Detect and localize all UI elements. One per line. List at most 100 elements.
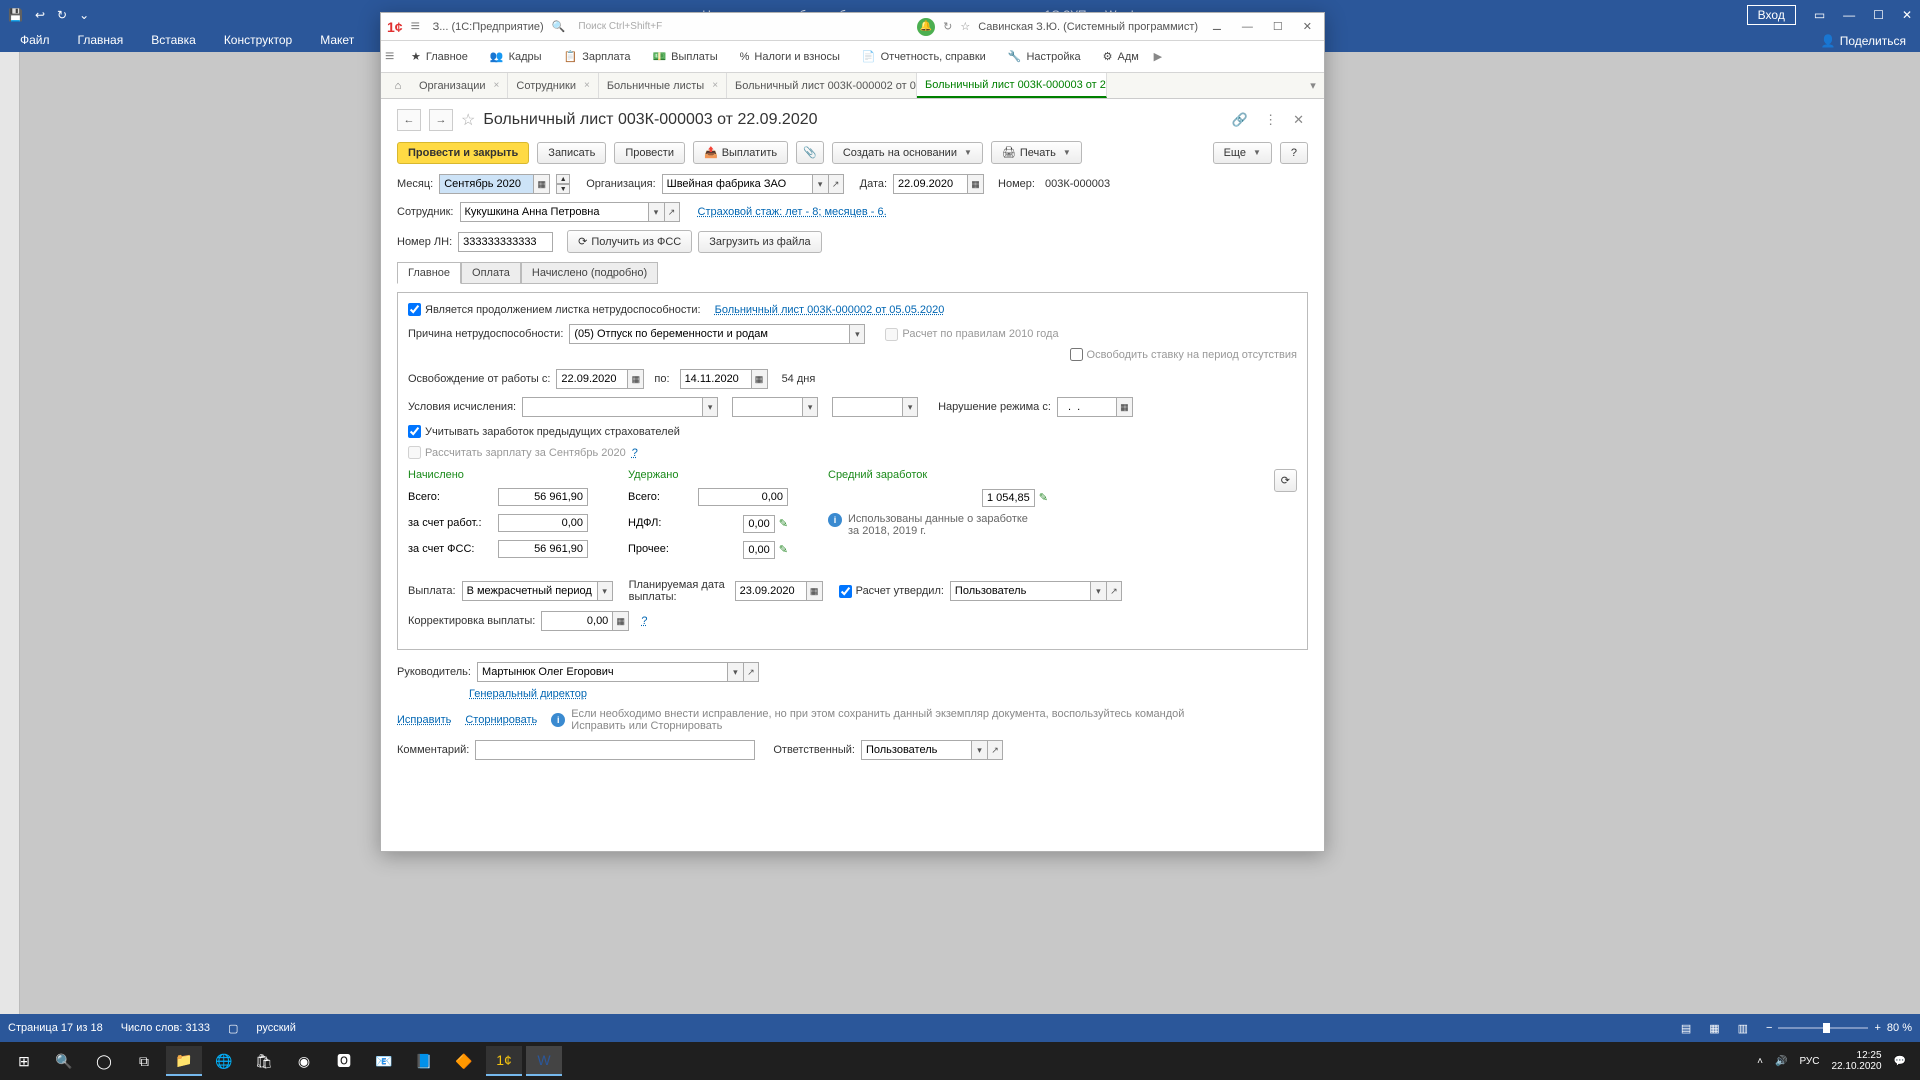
post-close-button[interactable]: Провести и закрыть — [397, 142, 529, 164]
plan-date-input[interactable] — [735, 581, 807, 601]
calendar-icon[interactable]: ▦ — [807, 581, 823, 601]
korr-input[interactable] — [541, 611, 613, 631]
c1-close-icon[interactable]: ✕ — [1297, 18, 1318, 35]
c1-maximize-icon[interactable]: ☐ — [1267, 18, 1289, 35]
minimize-icon[interactable]: — — [1843, 8, 1855, 22]
resp-input[interactable] — [861, 740, 971, 760]
zoom-in-icon[interactable]: + — [1874, 1022, 1880, 1034]
undo-icon[interactable]: ↩ — [35, 8, 45, 22]
zoom-value[interactable]: 80 % — [1887, 1022, 1912, 1034]
app-icon[interactable]: 📘 — [406, 1046, 442, 1076]
tab-home[interactable]: Главная — [64, 30, 138, 52]
outlook-icon[interactable]: 📧 — [366, 1046, 402, 1076]
ribbon-options-icon[interactable]: ▭ — [1814, 8, 1825, 22]
c1-tab-0[interactable]: Организации× — [411, 73, 508, 98]
tray-chevron-icon[interactable]: ˄ — [1757, 1056, 1763, 1067]
usl-input-3[interactable] — [832, 397, 902, 417]
redo-icon[interactable]: ↻ — [57, 8, 67, 22]
calendar-icon[interactable]: ▦ — [752, 369, 768, 389]
tab-close-icon[interactable]: × — [494, 80, 500, 91]
dropdown-icon[interactable]: ▾ — [902, 397, 918, 417]
korr-help[interactable]: ? — [641, 615, 647, 627]
taskview-icon[interactable]: ⧉ — [126, 1046, 162, 1076]
open-ref-icon[interactable]: ↗ — [987, 740, 1003, 760]
dropdown-icon[interactable]: ▾ — [812, 174, 828, 194]
prev-insurers-check[interactable]: Учитывать заработок предыдущих страховат… — [408, 425, 680, 438]
dropdown-icon[interactable]: ▾ — [727, 662, 743, 682]
view-read-icon[interactable]: ▤ — [1681, 1022, 1691, 1035]
spin-up[interactable]: ▲ — [556, 174, 570, 184]
itab-pay[interactable]: Оплата — [461, 262, 521, 284]
app-icon-2[interactable]: 🔶 — [446, 1046, 482, 1076]
cortana-icon[interactable]: ◯ — [86, 1046, 122, 1076]
approved-check[interactable]: Расчет утвердил: — [839, 585, 944, 598]
link-icon[interactable]: 🔗 — [1228, 112, 1252, 128]
c1-taskbar-icon[interactable]: 1¢ — [486, 1046, 522, 1076]
search-icon[interactable]: 🔍 — [46, 1046, 82, 1076]
tray-volume-icon[interactable]: 🔊 — [1775, 1056, 1787, 1067]
menu-icon[interactable] — [411, 18, 425, 36]
ln-input[interactable] — [458, 232, 553, 252]
dropdown-icon[interactable]: ▾ — [1090, 581, 1106, 601]
nav-back-button[interactable]: ← — [397, 109, 421, 131]
store-icon[interactable]: 🛍 — [246, 1046, 282, 1076]
create-based-button[interactable]: Создать на основании▼ — [832, 142, 983, 164]
osvob-check[interactable]: Освободить ставку на период отсутствия — [1070, 348, 1297, 361]
c1-settings-icon[interactable]: ⚊ — [1206, 18, 1228, 35]
dropdown-icon[interactable]: ▾ — [802, 397, 818, 417]
emp-input[interactable] — [460, 202, 648, 222]
c1-tab-3[interactable]: Больничный лист 003К-000002 от 05.05...× — [727, 73, 917, 98]
tab-file[interactable]: Файл — [6, 30, 64, 52]
status-page[interactable]: Страница 17 из 18 — [8, 1022, 103, 1034]
chrome-icon[interactable]: ◉ — [286, 1046, 322, 1076]
section-admin[interactable]: ⚙ Адм — [1093, 50, 1149, 63]
ruk-input[interactable] — [477, 662, 727, 682]
continuation-link[interactable]: Больничный лист 003К-000002 от 05.05.202… — [715, 304, 945, 316]
status-proof-icon[interactable]: ▢ — [228, 1022, 238, 1035]
calendar-icon[interactable]: ▦ — [1117, 397, 1133, 417]
form-close-icon[interactable]: ✕ — [1289, 112, 1308, 128]
c1-tab-4[interactable]: Больничный лист 003К-000003 от 22.09...× — [917, 73, 1107, 98]
c1-minimize-icon[interactable]: — — [1236, 19, 1259, 35]
section-staff[interactable]: 👥 Кадры — [480, 50, 552, 63]
usl-input-1[interactable] — [522, 397, 702, 417]
dropdown-icon[interactable]: ▾ — [648, 202, 664, 222]
org-input[interactable] — [662, 174, 812, 194]
section-payouts[interactable]: 💵 Выплаты — [642, 50, 727, 63]
print-button[interactable]: 🖨 Печать▼ — [991, 141, 1082, 164]
history-icon[interactable]: ↻ — [943, 20, 952, 33]
recalc-help[interactable]: ? — [632, 447, 638, 459]
date-input[interactable] — [893, 174, 968, 194]
status-words[interactable]: Число слов: 3133 — [121, 1022, 210, 1034]
edit-icon[interactable]: ✎ — [1039, 492, 1048, 504]
favorite-icon[interactable]: ☆ — [461, 110, 475, 130]
edit-icon[interactable]: ✎ — [779, 518, 788, 530]
section-reports[interactable]: 📄 Отчетность, справки — [852, 50, 996, 63]
c1-tab-1[interactable]: Сотрудники× — [508, 73, 598, 98]
pay-button[interactable]: 📤 Выплатить — [693, 141, 788, 164]
section-scroll-icon[interactable]: ▶ — [1151, 50, 1165, 63]
tab-home-icon[interactable]: ⌂ — [385, 73, 411, 98]
view-print-icon[interactable]: ▦ — [1709, 1022, 1719, 1035]
tab-layout[interactable]: Макет — [306, 30, 368, 52]
help-button[interactable]: ? — [1280, 142, 1308, 164]
edit-icon[interactable]: ✎ — [779, 544, 788, 556]
position-link[interactable]: Генеральный директор — [469, 688, 587, 700]
dropdown-icon[interactable]: ▾ — [597, 581, 613, 601]
maximize-icon[interactable]: ☐ — [1873, 8, 1884, 22]
calendar-icon[interactable]: ▦ — [968, 174, 984, 194]
storno-link[interactable]: Сторнировать — [465, 714, 537, 726]
open-ref-icon[interactable]: ↗ — [664, 202, 680, 222]
tray-lang[interactable]: РУС — [1799, 1056, 1819, 1067]
open-ref-icon[interactable]: ↗ — [743, 662, 759, 682]
tray-clock[interactable]: 12:25 22.10.2020 — [1831, 1050, 1881, 1072]
refresh-button[interactable]: ⟳ — [1274, 469, 1297, 492]
dropdown-icon[interactable]: ▾ — [702, 397, 718, 417]
nav-fwd-button[interactable]: → — [429, 109, 453, 131]
close-icon[interactable]: ✕ — [1902, 8, 1912, 22]
approver-input[interactable] — [950, 581, 1090, 601]
payout-input[interactable] — [462, 581, 597, 601]
stazh-link[interactable]: Страховой стаж: лет - 8; месяцев - 6. — [698, 206, 887, 218]
itab-detail[interactable]: Начислено (подробно) — [521, 262, 658, 284]
signin-button[interactable]: Вход — [1747, 5, 1796, 25]
